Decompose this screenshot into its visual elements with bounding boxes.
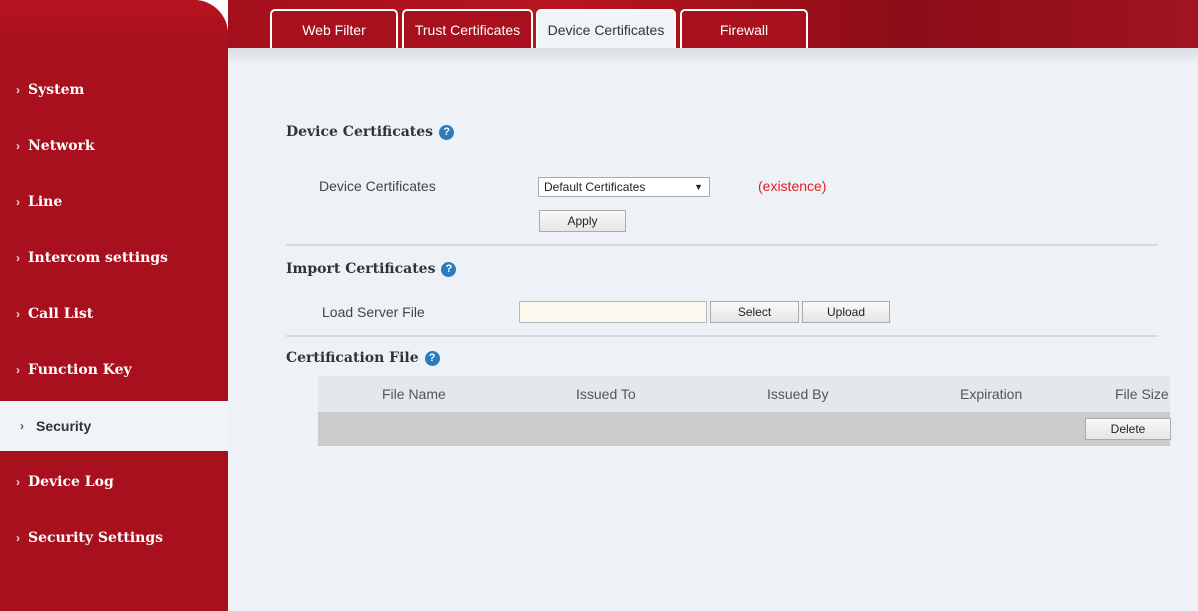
- sidebar-item-label: Security: [36, 418, 92, 434]
- sidebar-item-call-list[interactable]: › Call List: [0, 286, 228, 342]
- sidebar-item-system[interactable]: › System: [0, 62, 228, 118]
- section-divider: [286, 244, 1158, 246]
- table-row: Delete: [318, 412, 1171, 446]
- apply-button[interactable]: Apply: [539, 210, 626, 232]
- help-icon[interactable]: ?: [424, 351, 440, 366]
- column-header-issued-to: Issued To: [576, 386, 636, 402]
- sidebar-item-label: Intercom settings: [28, 250, 168, 266]
- sidebar-item-label: Call List: [28, 306, 94, 322]
- sidebar-item-network[interactable]: › Network: [0, 118, 228, 174]
- chevron-right-icon: ›: [20, 419, 24, 433]
- chevron-right-icon: ›: [16, 307, 20, 321]
- help-icon[interactable]: ?: [441, 262, 457, 277]
- device-certificates-label: Device Certificates: [319, 178, 436, 194]
- section-title-text: Certification File: [286, 350, 419, 366]
- tab-firewall[interactable]: Firewall: [680, 9, 808, 48]
- main-content: Device Certificates? Device Certificates…: [228, 62, 1198, 611]
- device-certificates-section-title: Device Certificates?: [286, 124, 455, 140]
- chevron-right-icon: ›: [16, 531, 20, 545]
- select-file-button[interactable]: Select: [710, 301, 799, 323]
- section-title-text: Device Certificates: [286, 124, 434, 140]
- certification-file-table: File Name Issued To Issued By Expiration…: [318, 376, 1171, 446]
- column-header-expiration: Expiration: [960, 386, 1023, 402]
- certificate-status: (existence): [758, 178, 827, 194]
- help-icon[interactable]: ?: [439, 125, 455, 140]
- header-underbar: [228, 48, 1198, 62]
- load-server-file-label: Load Server File: [322, 304, 425, 320]
- sidebar-header: [0, 0, 228, 48]
- sidebar-item-line[interactable]: › Line: [0, 174, 228, 230]
- sidebar-item-function-key[interactable]: › Function Key: [0, 342, 228, 398]
- sidebar-item-label: Network: [28, 138, 95, 154]
- sidebar-item-security[interactable]: › Security: [0, 401, 228, 451]
- chevron-right-icon: ›: [16, 139, 20, 153]
- device-certificates-select[interactable]: Default Certificates ▼: [538, 177, 710, 197]
- chevron-right-icon: ›: [16, 251, 20, 265]
- table-header: File Name Issued To Issued By Expiration…: [318, 376, 1170, 412]
- column-header-file-size: File Size: [1115, 386, 1169, 402]
- chevron-right-icon: ›: [16, 83, 20, 97]
- section-title-text: Import Certificates: [286, 261, 436, 277]
- chevron-right-icon: ›: [16, 475, 20, 489]
- tab-device-certificates[interactable]: Device Certificates: [536, 9, 676, 48]
- column-header-issued-by: Issued By: [767, 386, 829, 402]
- sidebar: › System › Network › Line › Intercom setting…: [0, 0, 228, 611]
- sidebar-item-intercom-settings[interactable]: › Intercom settings: [0, 230, 228, 286]
- sidebar-item-label: Line: [28, 194, 63, 210]
- sidebar-item-label: System: [28, 82, 85, 98]
- chevron-right-icon: ›: [16, 363, 20, 377]
- import-certificates-section-title: Import Certificates?: [286, 261, 457, 277]
- section-divider: [286, 335, 1158, 337]
- column-header-file-name: File Name: [382, 386, 446, 402]
- sidebar-item-label: Device Log: [28, 474, 114, 490]
- sidebar-item-device-log[interactable]: › Device Log: [0, 454, 228, 510]
- upload-button[interactable]: Upload: [802, 301, 890, 323]
- chevron-right-icon: ›: [16, 195, 20, 209]
- select-value: Default Certificates: [544, 180, 646, 194]
- sidebar-item-label: Function Key: [28, 362, 132, 378]
- certification-file-section-title: Certification File?: [286, 350, 440, 366]
- dropdown-arrow-icon: ▼: [694, 182, 703, 192]
- tab-trust-certificates[interactable]: Trust Certificates: [402, 9, 533, 48]
- server-file-input[interactable]: [519, 301, 707, 323]
- sidebar-item-security-settings[interactable]: › Security Settings: [0, 510, 228, 566]
- delete-button[interactable]: Delete: [1085, 418, 1171, 440]
- sidebar-item-label: Security Settings: [28, 530, 164, 546]
- tab-web-filter[interactable]: Web Filter: [270, 9, 398, 48]
